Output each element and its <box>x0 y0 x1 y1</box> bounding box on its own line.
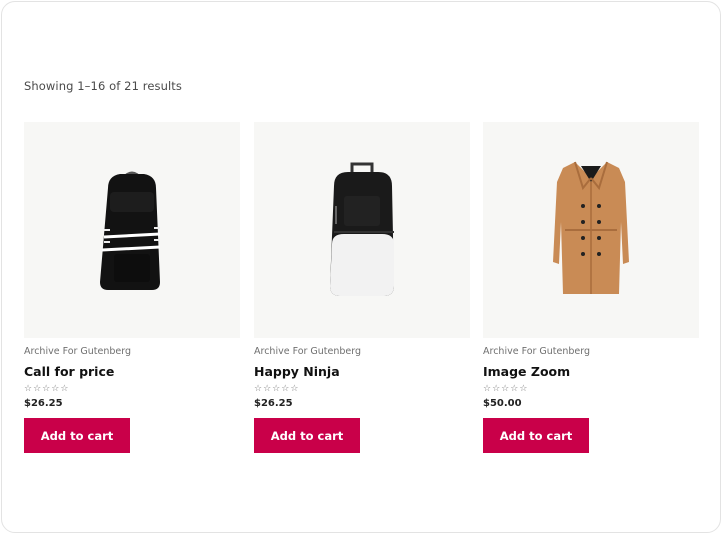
star-icon: ☆ <box>290 384 299 394</box>
black-backpack-image <box>100 171 161 290</box>
product-category[interactable]: Archive For Gutenberg <box>483 346 699 357</box>
star-icon: ☆ <box>42 384 51 394</box>
star-icon: ☆ <box>510 384 519 394</box>
product-card: Archive For Gutenberg Image Zoom ☆ ☆ ☆ ☆… <box>483 122 699 453</box>
product-price: $26.25 <box>254 398 293 409</box>
tan-coat-image <box>553 161 629 294</box>
product-price: $50.00 <box>483 398 522 409</box>
star-icon: ☆ <box>281 384 290 394</box>
star-icon: ☆ <box>483 384 492 394</box>
star-icon: ☆ <box>272 384 281 394</box>
product-title[interactable]: Image Zoom <box>483 364 699 379</box>
star-icon: ☆ <box>254 384 263 394</box>
add-to-cart-button[interactable]: Add to cart <box>24 418 130 453</box>
star-icon: ☆ <box>51 384 60 394</box>
add-to-cart-button[interactable]: Add to cart <box>483 418 589 453</box>
star-icon: ☆ <box>24 384 33 394</box>
product-image-black-white-backpack[interactable] <box>254 122 470 338</box>
product-price: $26.25 <box>24 398 63 409</box>
star-rating: ☆ ☆ ☆ ☆ ☆ <box>483 384 699 394</box>
star-rating: ☆ ☆ ☆ ☆ ☆ <box>254 384 470 394</box>
product-category[interactable]: Archive For Gutenberg <box>24 346 240 357</box>
product-image-tan-coat[interactable] <box>483 122 699 338</box>
product-title[interactable]: Call for price <box>24 364 240 379</box>
star-icon: ☆ <box>519 384 528 394</box>
product-image-black-backpack[interactable] <box>24 122 240 338</box>
star-icon: ☆ <box>492 384 501 394</box>
product-category[interactable]: Archive For Gutenberg <box>254 346 470 357</box>
add-to-cart-button[interactable]: Add to cart <box>254 418 360 453</box>
star-rating: ☆ ☆ ☆ ☆ ☆ <box>24 384 240 394</box>
star-icon: ☆ <box>60 384 69 394</box>
star-icon: ☆ <box>33 384 42 394</box>
product-card: Archive For Gutenberg Call for price ☆ ☆… <box>24 122 240 453</box>
star-icon: ☆ <box>263 384 272 394</box>
result-count: Showing 1–16 of 21 results <box>24 79 182 93</box>
product-title[interactable]: Happy Ninja <box>254 364 470 379</box>
black-white-backpack-image <box>330 162 394 296</box>
star-icon: ☆ <box>501 384 510 394</box>
product-card: Archive For Gutenberg Happy Ninja ☆ ☆ ☆ … <box>254 122 470 453</box>
